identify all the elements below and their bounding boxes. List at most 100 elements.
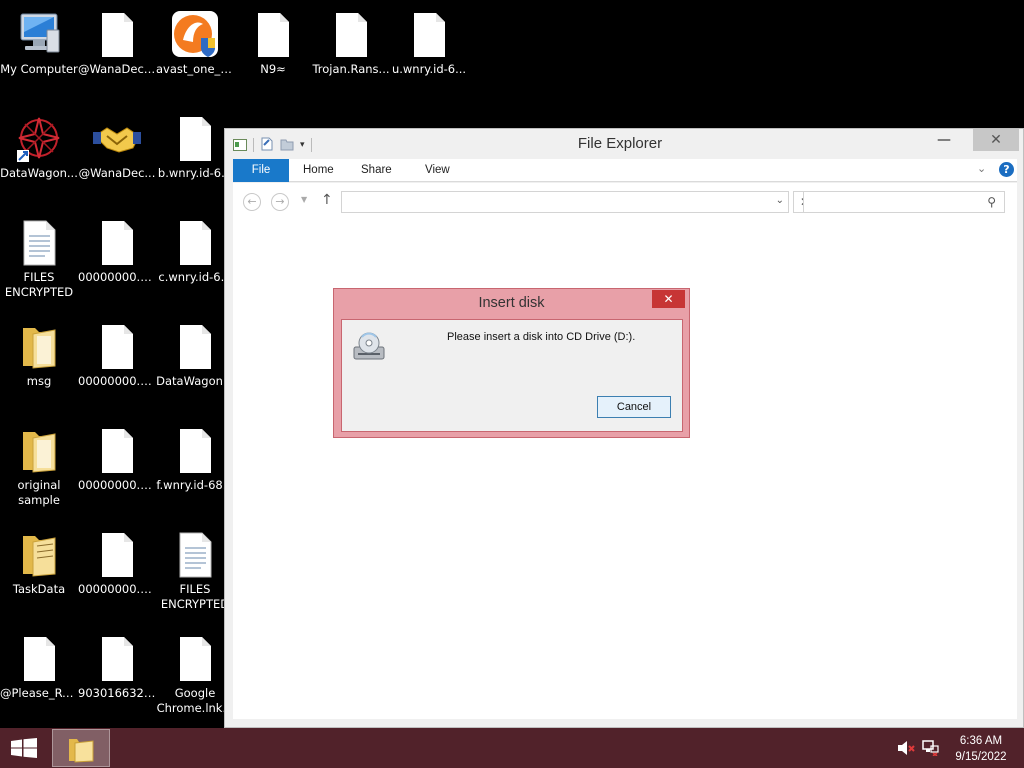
desktop-icon-label: @WanaDecr... [78,62,156,76]
tab-share[interactable]: Share [349,159,404,182]
close-button[interactable]: ✕ [973,129,1019,151]
blank-file-icon [327,10,375,60]
desktop-icon-folder[interactable]: msg [0,316,78,416]
blank-file-icon [93,218,141,268]
folder-icon [69,739,94,763]
desktop-icon-label: Google Chrome.lnk... [156,686,234,715]
desktop-icon-label: Trojan.Rans... [312,62,390,76]
folder-icon [15,322,63,372]
desktop-icon-file[interactable]: Trojan.Rans... [312,4,390,104]
expand-ribbon-icon[interactable]: ⌄ [977,162,986,175]
blank-file-icon [93,322,141,372]
dialog-title: Insert disk [478,295,545,311]
desktop-icon-label: 9030166323... [78,686,156,700]
desktop-icon-label: 00000000.re... [78,582,156,596]
desktop-icon-file[interactable]: u.wnry.id-6... [390,4,468,104]
windows-logo-icon [11,738,37,758]
desktop-icon-file[interactable]: 00000000.res [78,420,156,520]
desktop-icon-file[interactable]: @WanaDecr... [78,4,156,104]
text-file-icon [171,530,219,580]
search-input[interactable]: ⚲ [803,191,1005,213]
text-file-icon [15,218,63,268]
taskbar: 6:36 AM 9/15/2022 [0,728,1024,768]
tab-home[interactable]: Home [291,159,346,182]
blank-file-icon [405,10,453,60]
start-button[interactable] [0,728,48,768]
system-clock[interactable]: 6:36 AM 9/15/2022 [946,733,1016,765]
avast-icon [171,10,219,60]
blank-file-icon [171,218,219,268]
desktop-icon-label: 00000000.pk... [78,374,156,388]
desktop-icon-text-file[interactable]: FILES ENCRYPTED [0,212,78,312]
desktop-icon-label: DataWagon... [156,374,234,388]
cancel-button[interactable]: Cancel [597,396,671,418]
chevron-down-icon[interactable]: ⌄ [776,195,784,206]
blank-file-icon [93,530,141,580]
clock-date: 9/15/2022 [955,751,1007,763]
blank-file-icon [93,634,141,684]
desktop-icon-label: FILES ENCRYPTED [4,270,74,299]
desktop-icon-my-computer[interactable]: My Computer [0,4,78,104]
blank-file-icon [15,634,63,684]
desktop-icon-text-file[interactable]: FILES ENCRYPTED [156,524,234,624]
desktop-icon-label: b.wnry.id-6... [157,166,233,180]
desktop-icon-label: @WanaDec... [78,166,156,180]
help-icon[interactable]: ? [999,162,1014,177]
desktop-icon-file[interactable]: DataWagon... [156,316,234,416]
title-bar[interactable]: ▾ File Explorer — ☐ ✕ [225,129,1023,159]
desktop-icon-file[interactable]: f.wnry.id-68... [156,420,234,520]
desktop-icon-label: DataWagon... [0,166,78,180]
blank-file-icon [249,10,297,60]
desktop-icon-label: 00000000.eky [78,270,156,284]
blank-file-icon [171,114,219,164]
cd-drive-icon [352,331,386,363]
desktop-icon-file[interactable]: b.wnry.id-6... [156,108,234,208]
desktop-icon-file[interactable]: 00000000.re... [78,524,156,624]
desktop-icon-label: TaskData [12,582,66,596]
recent-locations-icon[interactable]: ▼ [301,195,307,204]
tab-file[interactable]: File [233,159,289,182]
dialog-message: Please insert a disk into CD Drive (D:). [447,331,636,343]
desktop-icon-file[interactable]: Google Chrome.lnk... [156,628,234,728]
dialog-body: Please insert a disk into CD Drive (D:).… [341,319,683,432]
desktop-icon-folder[interactable]: original sample [0,420,78,520]
desktop-icon-wanadecryptor[interactable]: @WanaDec... [78,108,156,208]
datawagon-icon [15,114,63,164]
address-bar[interactable]: ⌄ [341,191,789,213]
blank-file-icon [171,426,219,476]
folder-icon [15,530,63,580]
desktop-icon-datawagon-shortcut[interactable]: DataWagon... [0,108,78,208]
blank-file-icon [171,634,219,684]
handshake-icon [93,114,141,164]
taskbar-file-explorer[interactable] [52,729,110,767]
dialog-close-button[interactable]: ✕ [652,290,685,308]
desktop-icon-label: msg [26,374,52,388]
window-title: File Explorer [577,135,663,152]
desktop-icon-file[interactable]: 9030166323... [78,628,156,728]
blank-file-icon [93,10,141,60]
search-icon[interactable]: ⚲ [987,195,996,209]
insert-disk-dialog[interactable]: Insert disk ✕ Please insert a disk into … [333,288,690,438]
blank-file-icon [171,322,219,372]
desktop-icon-label: avast_one_f... [156,62,234,76]
desktop-icon-label: u.wnry.id-6... [391,62,467,76]
up-arrow-icon[interactable]: ↑ [321,192,333,208]
desktop-icon-label: My Computer [0,62,78,76]
back-button[interactable]: ← [243,193,261,211]
tab-view[interactable]: View [413,159,462,182]
desktop-icon-avast[interactable]: avast_one_f... [156,4,234,104]
forward-button[interactable]: → [271,193,289,211]
ribbon-tabs: File Home Share View ⌄ ? [233,159,1017,182]
desktop-icon-label: N9≈ [260,62,286,76]
desktop-icon-label: c.wnry.id-6... [158,270,232,284]
desktop-icon-file[interactable]: N9≈ [234,4,312,104]
desktop-icon-file[interactable]: 00000000.eky [78,212,156,312]
desktop-icon-file[interactable]: @Please_Re... [0,628,78,728]
desktop-icon-file[interactable]: c.wnry.id-6... [156,212,234,312]
blank-file-icon [93,426,141,476]
desktop-icon-label: 00000000.res [78,478,156,492]
desktop-icon-folder[interactable]: TaskData [0,524,78,624]
desktop-icon-file[interactable]: 00000000.pk... [78,316,156,416]
volume-muted-icon[interactable] [897,740,915,760]
network-icon[interactable] [921,740,939,760]
